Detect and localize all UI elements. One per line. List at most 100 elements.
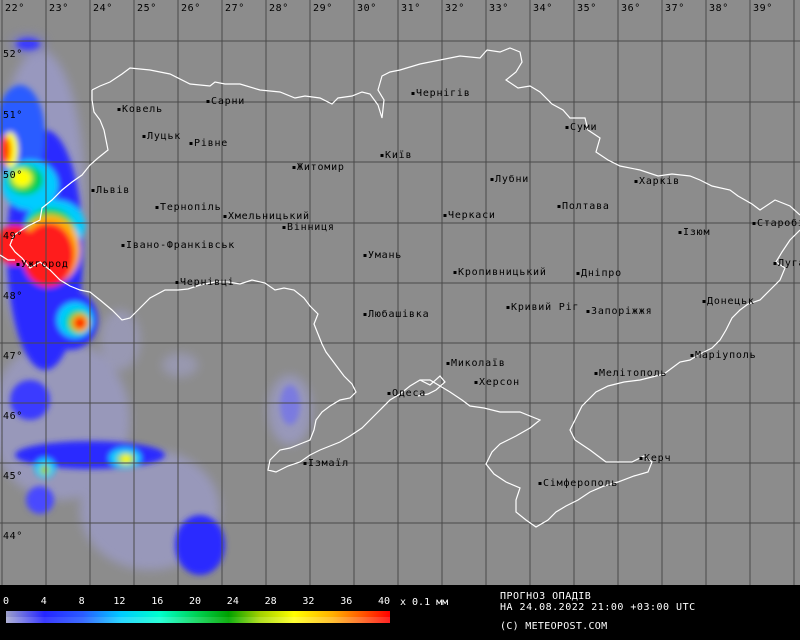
city-marker: Житомир [292,162,345,173]
latitude-label: 46° [3,411,23,422]
city-dot [565,126,569,129]
city-dot [387,392,391,395]
latitude-label: 50° [3,170,23,181]
city-dot [142,135,146,138]
city-marker: Херсон [474,377,519,388]
scale-value: 0 [3,596,10,607]
city-label: Донецьк [707,296,755,307]
longitude-label: 39° [753,3,773,14]
longitude-label: 34° [533,3,553,14]
city-label: Луганськ [778,258,800,269]
city-label: Лубни [495,173,529,185]
city-dot [303,462,307,465]
city-dot [557,205,561,208]
forecast-title: ПРОГНОЗ ОПАДІВ [500,591,592,602]
scale-value: 4 [40,596,47,607]
city-marker: Ужгород [16,259,68,270]
city-marker: Дніпро [576,267,622,279]
city-label: Кропивницький [458,266,547,278]
city-marker: Сімферополь [538,477,617,489]
scale-value: 28 [264,596,277,607]
longitude-label: 36° [621,3,641,14]
longitude-label: 35° [577,3,597,14]
city-label: Запоріжжя [591,305,652,317]
city-label: Умань [368,250,402,261]
scale-value: 8 [78,596,85,607]
city-marker: Умань [363,250,402,261]
city-dot [91,189,95,192]
city-label: Полтава [562,201,610,212]
city-label: Луцьк [147,131,181,142]
city-marker: Київ [380,150,411,161]
copyright-text: (C) METEOPOST.COM [500,621,608,632]
longitude-label: 24° [93,3,113,14]
city-dot [155,206,159,209]
city-marker: Луганськ [773,258,800,269]
city-dot [443,214,447,217]
scale-value: 36 [340,596,353,607]
city-marker: Хмельницький [223,210,309,222]
city-dot [206,100,210,103]
city-label: Дніпро [581,267,622,279]
longitude-label: 32° [445,3,465,14]
city-label: Ізмаїл [308,458,349,469]
latitude-label: 52° [3,49,23,60]
city-dot [411,92,415,95]
city-marker: Харків [634,175,679,187]
city-label: Суми [570,122,597,133]
city-label: Миколаїв [451,358,506,369]
latitude-label: 49° [3,231,23,242]
city-label: Рівне [194,137,228,149]
scale-value: 32 [302,596,315,607]
longitude-label: 31° [401,3,421,14]
city-label: Вінниця [287,221,335,233]
city-label: Керч [644,453,671,464]
city-dot [678,231,682,234]
city-dot [490,178,494,181]
city-dot [474,381,478,384]
city-dot [117,108,121,111]
city-dot [175,281,179,284]
city-dot [576,272,580,275]
city-marker: Кропивницький [453,266,547,278]
city-dot [121,244,125,247]
longitude-label: 29° [313,3,333,14]
city-label: Кривий Ріг [511,301,579,313]
city-label: Одеса [392,388,426,399]
latitude-label: 45° [3,471,23,482]
city-marker: Львів [91,184,130,196]
city-dot [639,457,643,460]
city-label: Івано-Франківськ [126,239,235,251]
city-marker: Одеса [387,388,426,399]
scale-value: 12 [113,596,126,607]
longitude-label: 30° [357,3,377,14]
city-marker: Рівне [189,137,228,149]
city-marker: Полтава [557,201,610,212]
city-marker: Чернігів [411,87,471,99]
longitude-label: 37° [665,3,685,14]
city-dot [773,262,777,265]
city-marker: Черкаси [443,210,495,221]
longitude-label: 25° [137,3,157,14]
city-dot [223,215,227,218]
city-label: Чернівці [180,276,235,288]
scale-value: 20 [189,596,202,607]
city-marker: Луцьк [142,131,181,142]
city-marker: Ізюм [678,227,709,238]
city-dot [453,271,457,274]
city-dot [380,154,384,157]
city-label: Львів [96,184,130,196]
city-marker: Суми [565,122,597,133]
city-dot [363,313,367,316]
city-marker: Миколаїв [446,358,506,369]
city-dot [189,142,193,145]
city-label: Любашівка [368,308,429,320]
legend-footer: 0 4 8 12 16 20 24 28 32 36 40 x 0.1 мм ПРОГНОЗ ОПА… [0,585,800,640]
city-dot [586,310,590,313]
city-label: Житомир [297,162,345,173]
city-label: Чернігів [416,87,471,99]
latitude-label: 44° [3,531,23,542]
scale-value: 16 [151,596,164,607]
city-dot [538,482,542,485]
city-marker: Чернівці [175,276,235,288]
